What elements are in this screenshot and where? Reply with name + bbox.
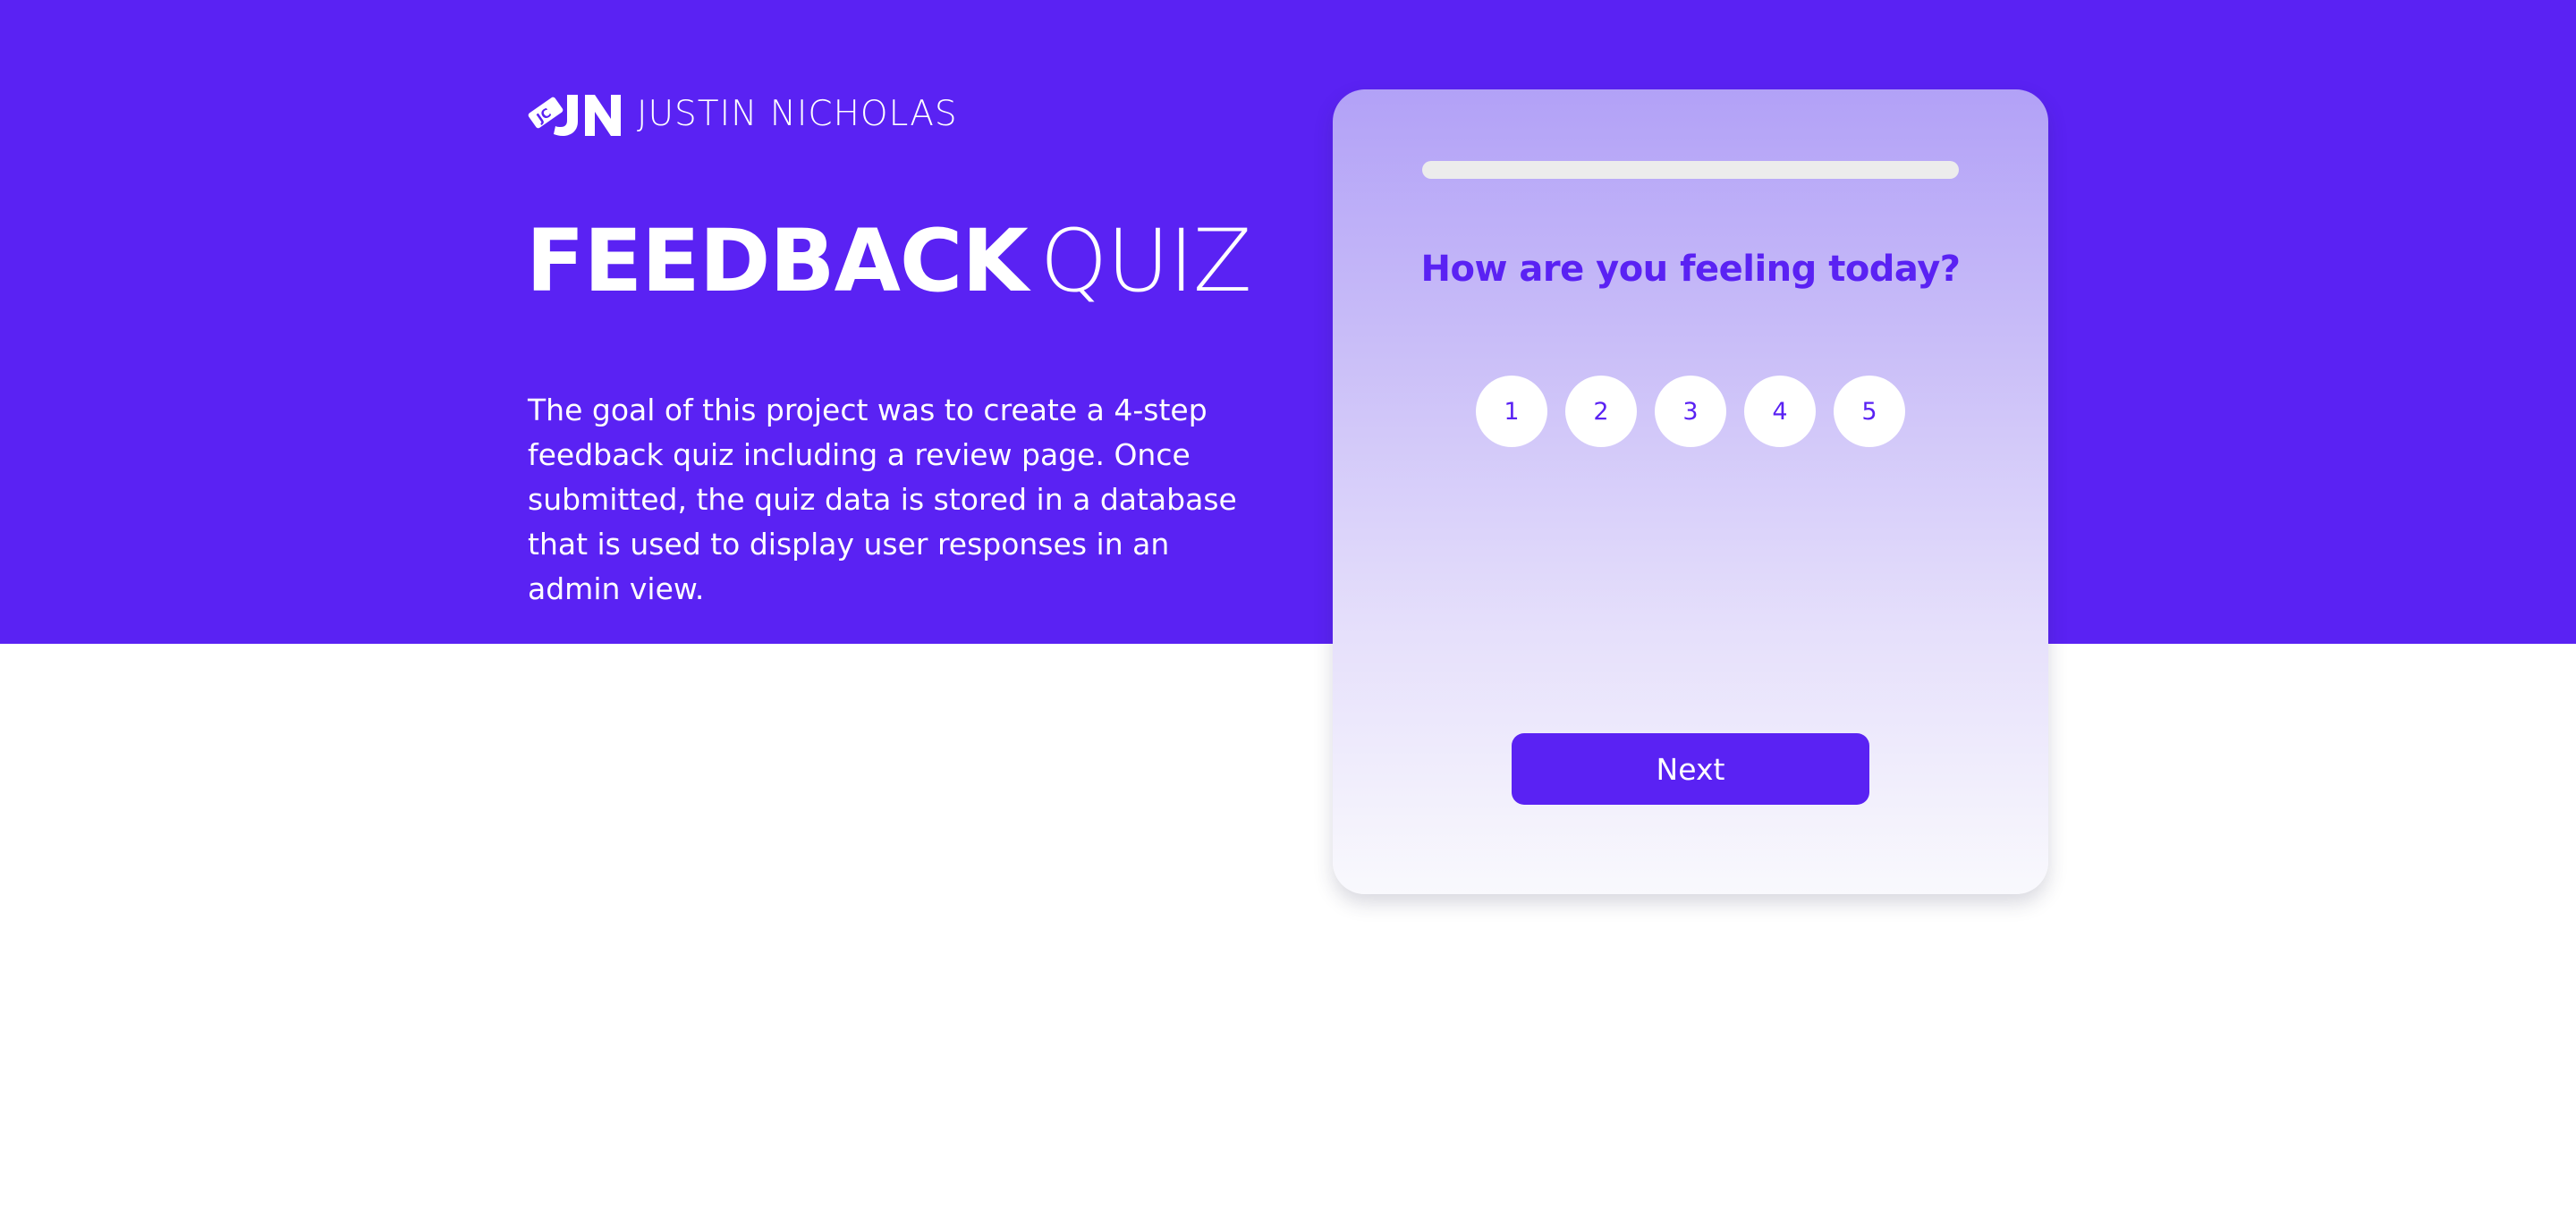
title-bold: FEEDBACK: [526, 211, 1029, 311]
quiz-question: How are you feeling today?: [1420, 249, 1961, 290]
rating-option-3[interactable]: 3: [1655, 376, 1726, 447]
next-button[interactable]: Next: [1512, 733, 1869, 805]
rating-option-1[interactable]: 1: [1476, 376, 1547, 447]
page-title: FEEDBACK QUIZ: [526, 207, 1252, 315]
project-description: The goal of this project was to create a…: [528, 393, 1237, 606]
rating-option-2[interactable]: 2: [1565, 376, 1637, 447]
quiz-card: How are you feeling today? 1 2 3 4 5 Nex…: [1333, 89, 2048, 894]
rating-option-5[interactable]: 5: [1834, 376, 1905, 447]
rating-options: 1 2 3 4 5: [1476, 376, 1905, 447]
quiz-progress-bar: [1422, 161, 1959, 179]
brand-name: JUSTIN NICHOLAS: [637, 93, 958, 134]
rating-option-4[interactable]: 4: [1744, 376, 1816, 447]
title-light: QUIZ: [1039, 211, 1252, 311]
hero-banner: [0, 0, 2576, 644]
jn-logo-icon: JC: [528, 95, 621, 136]
brand-logo[interactable]: JC JUSTIN NICHOLAS: [528, 88, 958, 139]
